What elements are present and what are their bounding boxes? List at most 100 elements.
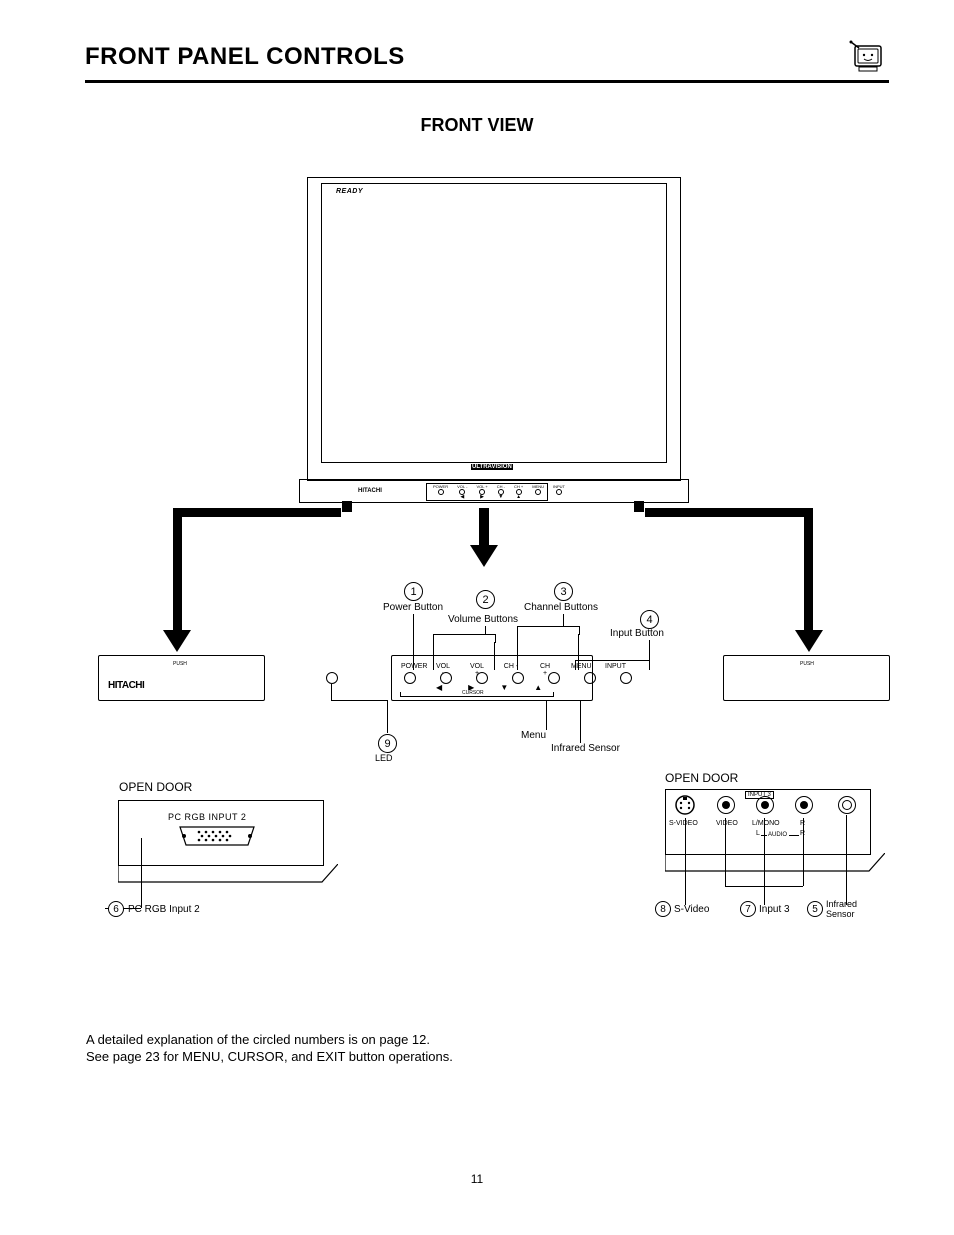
- video-label: VIDEO: [716, 820, 738, 827]
- label-volume-buttons: Volume Buttons: [448, 614, 518, 625]
- rconn-i3a: [725, 818, 726, 886]
- conn-2-stem: [485, 626, 486, 634]
- page-header: FRONT PANEL CONTROLS: [85, 40, 889, 83]
- lmono-jack: [756, 796, 774, 814]
- right-door-flap: [665, 853, 885, 893]
- cursor-label: CURSOR: [460, 690, 486, 696]
- footnote-block: A detailed explanation of the circled nu…: [86, 1032, 453, 1066]
- arrow-center-v: [479, 508, 489, 548]
- ir-lens-arc: [842, 800, 852, 810]
- label-svideo: S-Video: [674, 904, 709, 915]
- left-door-port-label: PC RGB INPUT 2: [168, 812, 246, 822]
- label-menu: Menu: [521, 730, 546, 741]
- mini-tri-down: ▼: [498, 495, 503, 499]
- badge-2-num: 2: [482, 594, 488, 606]
- conn-9: [387, 700, 388, 733]
- label-ir-b: Sensor: [826, 909, 855, 919]
- btn-menu[interactable]: [584, 672, 596, 684]
- badge-3-num: 3: [560, 586, 566, 598]
- r-jack: [795, 796, 813, 814]
- led-indicator: [373, 672, 383, 682]
- badge-1-num: 1: [410, 586, 416, 598]
- cursor-down-icon: ▼: [500, 684, 508, 692]
- tv-screen: [321, 183, 667, 463]
- tv-series-logo: ULTRAVISION: [471, 464, 513, 470]
- badge-1: 1: [404, 582, 423, 601]
- conn-ir: [580, 700, 581, 743]
- rconn-i3c: [803, 818, 804, 886]
- panel-center-cursors: ◀ ▶ ▼ ▲: [436, 684, 542, 692]
- conn-4: [649, 640, 650, 670]
- footnote-line2: See page 23 for MENU, CURSOR, and EXIT b…: [86, 1049, 453, 1066]
- label-input-button: Input Button: [610, 628, 664, 639]
- arrow-right-head: [795, 630, 823, 652]
- arrow-right-v: [804, 508, 813, 633]
- arrow-left-v: [173, 508, 182, 633]
- badge-3: 3: [554, 582, 573, 601]
- btn-ch-down[interactable]: [512, 672, 524, 684]
- btn-vol-up[interactable]: [476, 672, 488, 684]
- label-infrared-sensor: Infrared Sensor: [551, 743, 620, 754]
- rconn-i3-drop: [764, 886, 765, 905]
- tv-foot-right: [634, 501, 644, 512]
- vga-port-icon: [174, 824, 260, 848]
- rconn-sv: [685, 818, 686, 905]
- badge-8-num: 8: [660, 904, 666, 915]
- label-led: LED: [375, 753, 393, 763]
- btn-input[interactable]: [620, 672, 632, 684]
- mini-tri-up: ▲: [516, 495, 521, 499]
- badge-6-num: 6: [113, 904, 119, 915]
- tv-brand-label-small: HITACHI: [358, 488, 382, 494]
- conn-menu: [546, 700, 547, 730]
- panel-left-brand: HITACHI: [108, 680, 144, 691]
- audio-label: AUDIO: [768, 832, 787, 838]
- rconn-ir: [846, 815, 847, 905]
- label-power-button: Power Button: [383, 602, 443, 613]
- badge-5: 5: [807, 901, 823, 917]
- svideo-jack-icon: [674, 794, 696, 816]
- mini-circle: [535, 489, 541, 495]
- panel-right-push: PUSH: [800, 661, 814, 667]
- badge-9-num: 9: [384, 738, 390, 750]
- tv-ready-label: READY: [336, 188, 363, 195]
- badge-4-num: 4: [646, 614, 652, 626]
- tv-foot-left: [342, 501, 352, 512]
- video-jack: [717, 796, 735, 814]
- badge-7-num: 7: [745, 904, 751, 915]
- btn-power[interactable]: [404, 672, 416, 684]
- footnote-line1: A detailed explanation of the circled nu…: [86, 1032, 453, 1049]
- left-door-flap: [118, 864, 338, 904]
- page-number: 11: [0, 1172, 954, 1186]
- tv-mini-controls: POWER VOL - ◀ VOL + ▶ CH - ▼ CH + ▲ MENU: [433, 484, 565, 499]
- lmono-label: L/MONO: [752, 820, 780, 827]
- right-open-door-title: OPEN DOOR: [665, 771, 738, 785]
- conn-9-v2: [331, 684, 332, 700]
- conn-3-stem: [563, 614, 564, 626]
- arrow-right-h: [645, 508, 813, 517]
- badge-4: 4: [640, 610, 659, 629]
- badge-6: 6: [108, 901, 124, 917]
- cursor-up-icon: ▲: [534, 684, 542, 692]
- panel-left-push: PUSH: [173, 661, 187, 667]
- badge-7: 7: [740, 901, 756, 917]
- label-input3: Input 3: [759, 904, 790, 915]
- arrow-left-h: [173, 508, 341, 517]
- mini-tri-right: ▶: [480, 495, 484, 499]
- conn-3-bracket: [517, 626, 580, 635]
- badge-5-num: 5: [812, 904, 818, 915]
- conn-9-h: [331, 700, 388, 701]
- btn-ch-up[interactable]: [548, 672, 560, 684]
- mini-circle: [438, 489, 444, 495]
- mini-circle: [556, 489, 562, 495]
- label-ir-a: Infrared: [826, 899, 857, 909]
- badge-9: 9: [378, 734, 397, 753]
- led-circle: [326, 672, 338, 684]
- rconn-i3b: [764, 818, 765, 886]
- badge-2: 2: [476, 590, 495, 609]
- audio-bracket-line-r: [789, 835, 799, 836]
- left-open-door-title: OPEN DOOR: [119, 780, 192, 794]
- left-conn-v: [141, 838, 142, 908]
- arrow-center-head: [470, 545, 498, 567]
- page-title: FRONT PANEL CONTROLS: [85, 43, 405, 71]
- conn-2-bracket: [433, 634, 496, 643]
